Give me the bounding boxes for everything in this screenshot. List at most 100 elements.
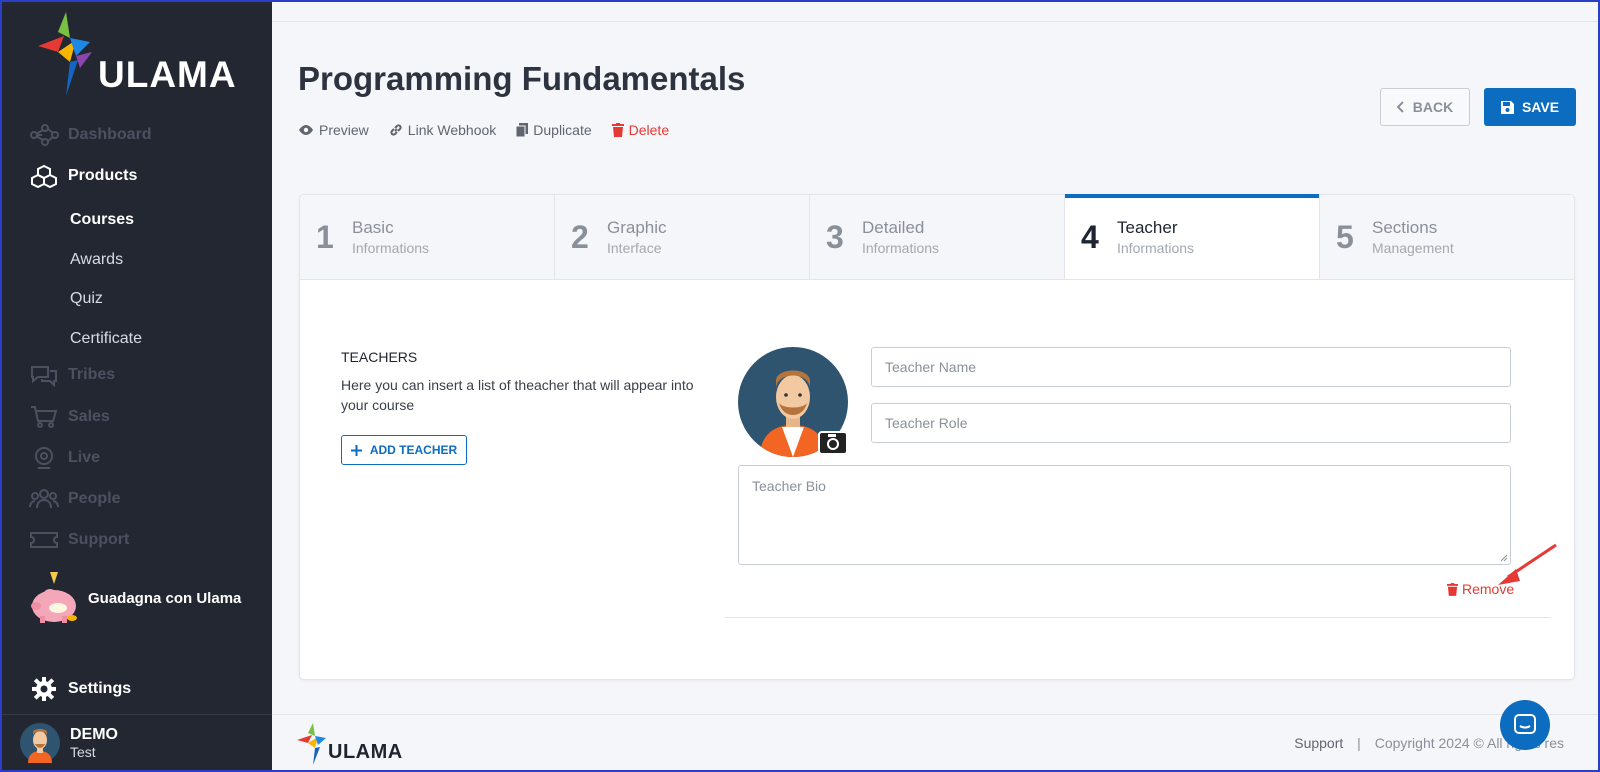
tab-number: 5 xyxy=(1336,218,1354,255)
tab-title: Sections xyxy=(1372,218,1438,237)
ulama-logo[interactable]: ULAMA xyxy=(36,12,246,102)
teachers-section-description: Here you can insert a list of theacher t… xyxy=(341,377,694,413)
sidebar-item-products[interactable]: Products xyxy=(28,161,137,191)
annotation-arrow-icon xyxy=(1498,543,1557,585)
sidebar-subitem-certificate[interactable]: Certificate xyxy=(70,327,142,351)
footer-support-link[interactable]: Support xyxy=(1294,735,1343,751)
tab-subtitle: Interface xyxy=(607,240,662,256)
trash-icon xyxy=(1447,582,1458,596)
page-title: Programming Fundamentals xyxy=(298,60,746,97)
logo-text: ULAMA xyxy=(98,54,237,95)
floppy-disk-icon xyxy=(1500,100,1514,114)
save-label: SAVE xyxy=(1521,99,1560,115)
avatar xyxy=(20,722,60,763)
preview-link[interactable]: Preview xyxy=(298,122,369,138)
tab-subtitle: Informations xyxy=(352,240,430,256)
chat-widget-button[interactable] xyxy=(1500,700,1550,750)
link-webhook-link[interactable]: Link Webhook xyxy=(389,122,496,138)
sidebar-subitem-awards[interactable]: Awards xyxy=(70,248,123,272)
tab-detailed-informations[interactable]: 3 Detailed Informations xyxy=(810,195,1065,279)
tab-subtitle: Informations xyxy=(1117,240,1195,256)
tab-subtitle: Informations xyxy=(862,240,940,256)
sidebar-item-people[interactable]: People xyxy=(28,484,120,514)
sidebar-item-label: Dashboard xyxy=(68,126,152,143)
main-content: Programming Fundamentals Preview Link We… xyxy=(272,2,1598,770)
back-button[interactable]: BACK xyxy=(1380,88,1470,126)
webcam-icon xyxy=(28,445,60,471)
camera-icon[interactable] xyxy=(818,431,848,455)
tab-title: Teacher xyxy=(1117,218,1178,237)
app-window: ULAMA Dashboard Products Courses Awards … xyxy=(0,0,1600,772)
tab-teacher-informations[interactable]: 4 Teacher Informations xyxy=(1065,194,1320,279)
tab-graphic-interface[interactable]: 2 Graphic Interface xyxy=(555,195,810,279)
sidebar-item-label: People xyxy=(68,490,121,507)
tab-title: Graphic xyxy=(607,218,667,237)
add-teacher-label: ADD TEACHER xyxy=(369,443,458,457)
tab-subtitle: Management xyxy=(1372,240,1454,256)
user-profile[interactable]: DEMO Test xyxy=(2,714,272,770)
network-icon xyxy=(28,122,60,148)
people-icon xyxy=(28,486,60,512)
preview-label: Preview xyxy=(319,122,369,138)
gear-icon xyxy=(28,676,60,702)
sidebar-subitem-quiz[interactable]: Quiz xyxy=(70,287,103,311)
tab-number: 1 xyxy=(316,218,334,255)
hummingbird-logo-icon xyxy=(38,12,92,96)
user-subtitle: Test xyxy=(70,743,96,760)
cart-icon xyxy=(28,404,60,430)
sidebar-item-label: Live xyxy=(68,449,101,466)
eye-icon xyxy=(299,125,313,135)
teacher-role-input[interactable]: Teacher Role xyxy=(871,403,1511,443)
footer-separator: | xyxy=(1357,735,1361,751)
top-strip xyxy=(272,2,1598,22)
tab-basic-informations[interactable]: 1 Basic Informations xyxy=(300,195,555,279)
plus-icon xyxy=(350,444,362,456)
sidebar: ULAMA Dashboard Products Courses Awards … xyxy=(2,2,272,770)
sidebar-item-settings[interactable]: Settings xyxy=(28,676,131,702)
copy-icon xyxy=(516,123,529,137)
tab-number: 4 xyxy=(1081,218,1099,255)
sidebar-item-support[interactable]: Support xyxy=(28,525,129,555)
tab-sections-management[interactable]: 5 Sections Management xyxy=(1320,195,1574,279)
footer: ULAMA Support | Copyright 2024 © All rig… xyxy=(272,714,1598,770)
trash-icon xyxy=(611,123,624,137)
sidebar-item-label: Sales xyxy=(68,408,110,425)
course-editor-card: 1 Basic Informations 2 Graphic Interface 3… xyxy=(299,194,1575,680)
teachers-section-title: TEACHERS xyxy=(341,349,418,365)
promo-guadagna[interactable]: Guadagna con Ulama xyxy=(28,570,241,626)
duplicate-label: Duplicate xyxy=(533,122,592,138)
sidebar-item-label: Tribes xyxy=(68,366,116,383)
link-webhook-label: Link Webhook xyxy=(407,122,497,138)
chevron-left-icon xyxy=(1396,101,1404,113)
duplicate-link[interactable]: Duplicate xyxy=(516,122,592,138)
back-label: BACK xyxy=(1412,99,1454,115)
wizard-tabs: 1 Basic Informations 2 Graphic Interface 3… xyxy=(300,194,1574,280)
delete-link[interactable]: Delete xyxy=(611,122,670,138)
chat-bubbles-icon xyxy=(28,362,60,388)
delete-label: Delete xyxy=(628,122,670,138)
sidebar-item-dashboard[interactable]: Dashboard xyxy=(28,120,152,150)
sidebar-item-live[interactable]: Live xyxy=(28,443,100,473)
teacher-name-input[interactable]: Teacher Name xyxy=(871,347,1511,387)
tab-title: Basic xyxy=(352,218,394,237)
teacher-bio-textarea[interactable]: Teacher Bio xyxy=(738,465,1511,565)
page-actions: Preview Link Webhook Duplicate Delete xyxy=(298,122,669,138)
tab-number: 2 xyxy=(571,218,589,255)
chat-icon xyxy=(1514,714,1536,734)
sidebar-item-sales[interactable]: Sales xyxy=(28,402,110,432)
save-button[interactable]: SAVE xyxy=(1484,88,1576,126)
ticket-icon xyxy=(28,527,60,553)
tab-title: Detailed xyxy=(862,218,925,237)
sidebar-item-label: Support xyxy=(68,531,130,548)
add-teacher-button[interactable]: ADD TEACHER xyxy=(341,435,467,465)
sidebar-subitem-courses[interactable]: Courses xyxy=(70,208,134,232)
settings-label: Settings xyxy=(68,680,132,697)
divider xyxy=(725,617,1551,618)
piggy-bank-icon xyxy=(31,572,77,623)
sidebar-item-tribes[interactable]: Tribes xyxy=(28,360,115,390)
link-icon xyxy=(390,124,402,136)
tab-number: 3 xyxy=(826,218,844,255)
boxes-icon xyxy=(28,163,60,189)
footer-logo[interactable]: ULAMA xyxy=(296,723,406,767)
teacher-bio-placeholder: Teacher Bio xyxy=(752,478,826,494)
